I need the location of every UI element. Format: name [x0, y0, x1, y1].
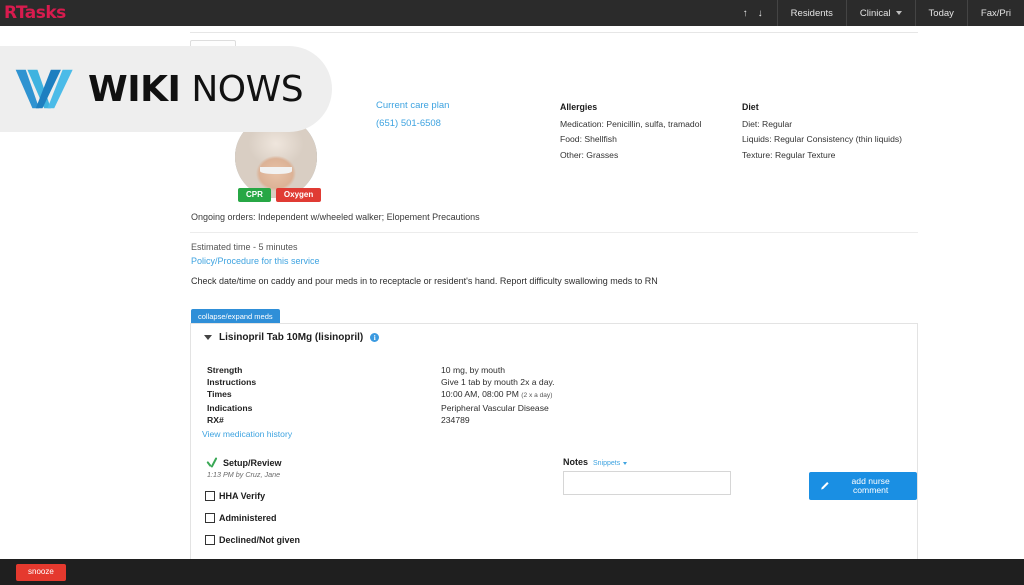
setup-review-row: Setup/Review	[205, 458, 535, 468]
arrow-up-icon[interactable]: ↑	[743, 8, 748, 19]
resident-status-badges: CPR Oxygen	[238, 188, 322, 202]
allergies-section: Allergies Medication: Penicillin, sulfa,…	[560, 100, 701, 163]
detail-value: 10:00 AM, 08:00 PM (2 x a day)	[441, 388, 555, 402]
avatar-detail	[259, 166, 293, 175]
nav-item-fax-print[interactable]: Fax/Pri	[966, 0, 1024, 26]
resident-links: Current care plan (651) 501-6508	[376, 100, 449, 129]
nav-item-label: Fax/Pri	[980, 7, 1011, 19]
nav-item-label: Residents	[790, 7, 833, 19]
detail-label: RX#	[207, 415, 224, 425]
checkbox-icon[interactable]	[205, 535, 215, 545]
diet-type: Diet: Regular	[742, 118, 793, 129]
detail-label: Strength	[207, 365, 243, 375]
status-badge-cpr: CPR	[238, 188, 271, 202]
medication-title-row: Lisinopril Tab 10Mg (lisinopril) i	[204, 332, 380, 343]
medication-name: Lisinopril Tab 10Mg (lisinopril)	[219, 332, 364, 343]
avatar-photo	[235, 116, 317, 198]
checkbox-hha-verify[interactable]: HHA Verify	[205, 491, 535, 501]
allergies-food: Food: Shellfish	[560, 134, 617, 145]
allergies-other: Other: Grasses	[560, 149, 619, 160]
medication-details: Strength 10 mg, by mouth Instructions Gi…	[207, 364, 555, 426]
resident-avatar	[235, 116, 317, 198]
bottom-action-bar: snooze	[0, 559, 1024, 585]
info-icon[interactable]: i	[370, 333, 380, 342]
ongoing-orders-text: Ongoing orders: Independent w/wheeled wa…	[191, 212, 480, 222]
detail-value: 234789	[441, 415, 470, 425]
pencil-icon	[821, 481, 829, 490]
policy-procedure-link[interactable]: Policy/Procedure for this service	[191, 256, 320, 266]
snooze-button[interactable]: snooze	[16, 563, 66, 581]
add-nurse-comment-button[interactable]: add nurse comment	[809, 472, 917, 501]
medication-card: Lisinopril Tab 10Mg (lisinopril) i Stren…	[190, 323, 918, 583]
checkbox-administered[interactable]: Administered	[205, 513, 535, 523]
checkbox-label: Administered	[219, 513, 277, 523]
resident-phone-link[interactable]: (651) 501-6508	[376, 118, 449, 129]
task-instruction-text: Check date/time on caddy and pour meds i…	[191, 276, 658, 286]
top-divider	[190, 32, 918, 33]
notes-header: Notes Snippets	[563, 457, 743, 467]
detail-value-note: (2 x a day)	[521, 392, 553, 399]
detail-value-text: 10:00 AM, 08:00 PM	[441, 389, 519, 399]
detail-value: 10 mg, by mouth	[441, 365, 506, 375]
detail-label: Times	[207, 389, 232, 399]
setup-review-label: Setup/Review	[223, 458, 282, 468]
chevron-down-icon	[895, 11, 902, 15]
app-logo[interactable]: RTasks	[0, 4, 66, 22]
action-checklist: Setup/Review 1:13 PM by Cruz, Jane HHA V…	[205, 458, 535, 545]
current-care-plan-link[interactable]: Current care plan	[376, 100, 449, 111]
detail-label: Indications	[207, 403, 253, 413]
top-navigation-bar: RTasks ↑ ↓ Residents Clinical Today Fax/…	[0, 0, 1024, 26]
arrow-down-icon[interactable]: ↓	[758, 8, 763, 19]
checkmark-icon	[205, 458, 218, 468]
diet-texture: Texture: Regular Texture	[742, 149, 836, 160]
nav-arrow-group: ↑ ↓	[733, 0, 777, 26]
estimated-time-text: Estimated time - 5 minutes	[191, 242, 298, 252]
detail-label: Instructions	[207, 377, 257, 387]
nav-item-residents[interactable]: Residents	[776, 0, 846, 26]
status-badge-oxygen: Oxygen	[275, 188, 322, 202]
detail-value: Peripheral Vascular Disease	[441, 403, 549, 413]
snippets-label: Snippets	[593, 460, 621, 467]
diet-heading: Diet	[742, 102, 759, 112]
section-divider	[190, 232, 918, 233]
detail-value: Give 1 tab by mouth 2x a day.	[441, 377, 555, 387]
nav-item-today[interactable]: Today	[914, 0, 967, 26]
view-medication-history-link[interactable]: View medication history	[202, 429, 292, 439]
caret-down-icon[interactable]	[204, 335, 212, 340]
checkbox-label: HHA Verify	[219, 491, 266, 501]
checkbox-label: Declined/Not given	[219, 535, 301, 545]
snippets-dropdown[interactable]: Snippets	[593, 460, 628, 467]
chevron-down-icon	[623, 462, 628, 465]
nav-item-clinical[interactable]: Clinical	[845, 0, 915, 26]
diet-section: Diet Diet: Regular Liquids: Regular Cons…	[742, 100, 902, 163]
checkbox-icon[interactable]	[205, 513, 215, 523]
allergies-heading: Allergies	[560, 102, 598, 112]
resident-header: CPR Oxygen Current care plan (651) 501-6…	[190, 48, 920, 202]
page-content: CPR Oxygen Current care plan (651) 501-6…	[0, 26, 1024, 583]
notes-heading: Notes	[563, 457, 589, 467]
checkbox-declined-not-given[interactable]: Declined/Not given	[205, 535, 535, 545]
add-nurse-comment-label: add nurse comment	[851, 476, 890, 495]
checkbox-icon[interactable]	[205, 491, 215, 501]
nav-right-group: ↑ ↓ Residents Clinical Today Fax/Pri	[733, 0, 1024, 26]
notes-section: Notes Snippets	[563, 457, 743, 495]
estimate-block: Estimated time - 5 minutes Policy/Proced…	[191, 240, 320, 268]
nav-item-label: Clinical	[859, 7, 891, 19]
nav-item-label: Today	[928, 7, 954, 19]
allergies-medication: Medication: Penicillin, sulfa, tramadol	[560, 118, 702, 129]
setup-review-byline: 1:13 PM by Cruz, Jane	[207, 470, 281, 479]
notes-input[interactable]	[563, 471, 731, 495]
diet-liquids: Liquids: Regular Consistency (thin liqui…	[742, 134, 903, 145]
